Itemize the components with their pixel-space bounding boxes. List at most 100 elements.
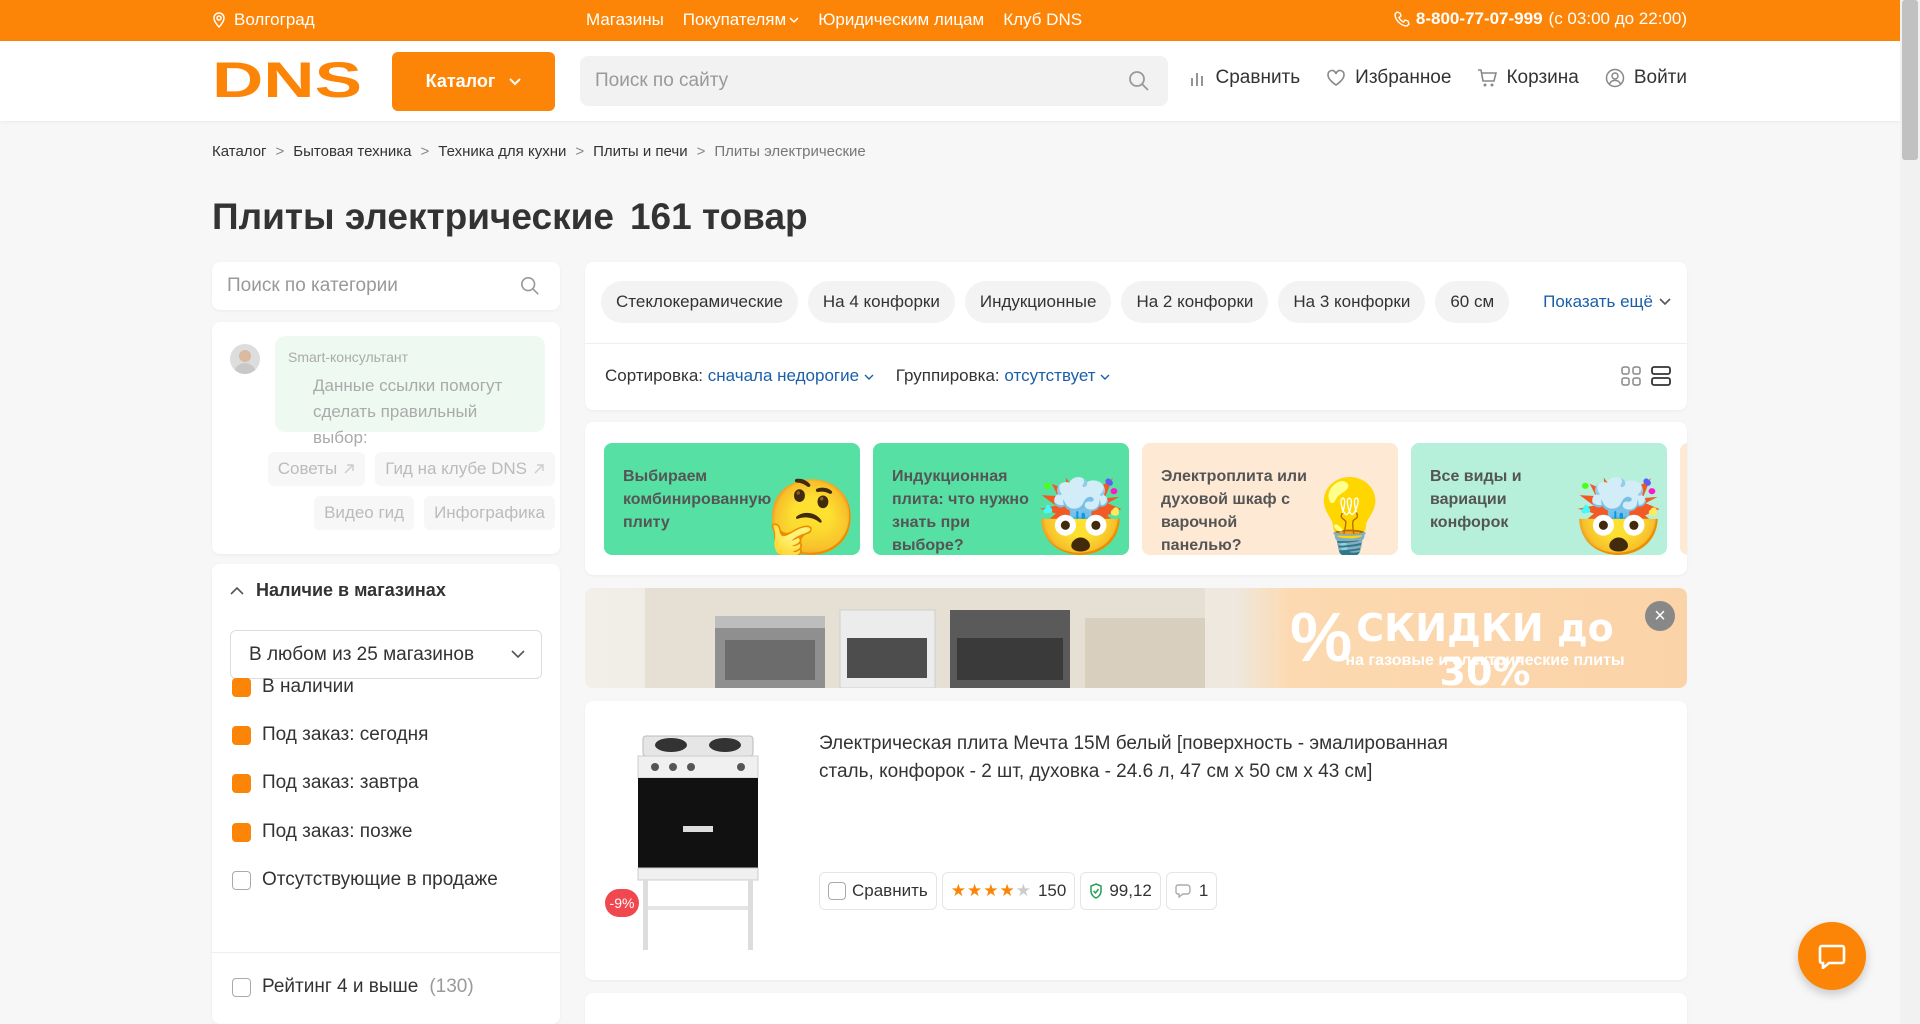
exploding-head-icon: 🤯 (1572, 476, 1665, 555)
availability-header[interactable]: Наличие в магазинах (230, 580, 446, 601)
checkbox[interactable] (232, 725, 251, 745)
guide-card[interactable]: Индукционная плита: что нужно знать при … (873, 443, 1129, 555)
group-label: Группировка: (895, 366, 1000, 385)
catalog-button[interactable]: Каталог (392, 52, 555, 111)
product-name[interactable]: Электрическая плита Мечта 15М белый [пов… (819, 730, 1469, 786)
filter-tag[interactable]: Индукционные (964, 281, 1112, 323)
cart-button[interactable]: Корзина (1477, 67, 1579, 89)
favorites-button[interactable]: Избранное (1326, 67, 1451, 89)
top-link-stores[interactable]: Магазины (586, 10, 664, 30)
checkbox-order-later[interactable]: Под заказ: позже (232, 821, 412, 843)
breadcrumb-item[interactable]: Каталог (212, 143, 267, 160)
breadcrumb: Каталог > Бытовая техника > Техника для ку… (212, 143, 866, 160)
list-view-icon[interactable] (1651, 366, 1671, 386)
checkbox-order-tomorrow[interactable]: Под заказ: завтра (232, 772, 419, 794)
checkbox[interactable] (232, 977, 251, 997)
checkbox-order-today[interactable]: Под заказ: сегодня (232, 724, 428, 746)
quick-filters: Стеклокерамические На 4 конфорки Индукци… (585, 262, 1687, 410)
login-label: Войти (1633, 67, 1687, 88)
top-links: Магазины Покупателям Юридическим лицам К… (586, 10, 1082, 30)
guide-card[interactable]: Электроплита или духовой шкаф с варочной… (1142, 443, 1398, 555)
scrollbar-thumb[interactable] (1902, 0, 1918, 160)
rating-button[interactable]: ★★★★★ 150 (941, 872, 1076, 910)
banner-close-button[interactable]: × (1645, 601, 1675, 631)
show-more-button[interactable]: Показать ещё (1543, 292, 1671, 312)
chat-bubble-icon (1818, 944, 1846, 969)
phone-hours: (с 03:00 до 22:00) (1548, 9, 1687, 28)
filter-tag[interactable]: На 4 конфорки (807, 281, 955, 323)
checkbox[interactable] (232, 773, 251, 793)
breadcrumb-item[interactable]: Бытовая техника (293, 143, 411, 160)
grid-view-icon[interactable] (1621, 366, 1641, 386)
chat-button[interactable] (1798, 922, 1866, 990)
phone-number[interactable]: 8-800-77-07-999 (1416, 9, 1543, 29)
checkbox-label: Под заказ: завтра (262, 772, 419, 793)
comments-button[interactable]: 1 (1165, 872, 1218, 910)
chip-tips[interactable]: Советы (267, 452, 366, 486)
chip-infographic[interactable]: Инфографика (424, 496, 555, 530)
sort-value[interactable]: сначала недорогие (708, 366, 859, 385)
checkbox[interactable] (232, 870, 251, 890)
filter-tag[interactable]: Стеклокерамические (601, 281, 798, 323)
guide-card-partial[interactable] (1680, 443, 1687, 555)
dns-logo[interactable]: DNS (212, 59, 362, 99)
filter-tag[interactable]: На 3 конфорки (1278, 281, 1426, 323)
search-icon[interactable] (1128, 70, 1150, 92)
compare-icon (1190, 73, 1203, 86)
site-search (580, 56, 1168, 106)
show-more-label: Показать ещё (1543, 292, 1653, 311)
chip-guide[interactable]: Гид на клубе DNS (375, 452, 555, 486)
page-title-text: Плиты электрические (212, 196, 614, 237)
compare-button[interactable]: Сравнить (1189, 67, 1300, 89)
guide-title: Индукционная плита: что нужно знать при … (892, 468, 1029, 554)
guide-card[interactable]: Выбираем комбинированную плиту 🤔 (604, 443, 860, 555)
top-link-customers-label: Покупателям (682, 10, 787, 29)
light-bulb-icon: 💡 (1303, 476, 1396, 555)
chevron-down-icon (864, 374, 874, 380)
breadcrumb-separator: > (420, 143, 430, 160)
product-image[interactable] (633, 731, 763, 956)
compare-checkbox[interactable]: Сравнить (819, 872, 937, 910)
filter-tag[interactable]: 60 см (1435, 281, 1510, 323)
breadcrumb-separator: > (575, 143, 585, 160)
breadcrumb-item[interactable]: Плиты и печи (593, 143, 687, 160)
checkbox-label: Под заказ: сегодня (262, 724, 429, 745)
chevron-down-icon (1659, 298, 1671, 306)
top-bar: Волгоград Магазины Покупателям Юридическ… (0, 0, 1900, 41)
chevron-down-icon (509, 77, 522, 85)
search-icon[interactable] (520, 276, 540, 296)
location-pin-icon (213, 12, 225, 28)
guide-card[interactable]: Все виды и вариации конфорок 🤯 (1411, 443, 1667, 555)
phone-block[interactable]: 8-800-77-07-999 (с 03:00 до 22:00) (1394, 9, 1687, 29)
promo-banner[interactable]: % СКИДКИ до 30% на газовые и электрическ… (585, 588, 1687, 688)
consultant-chips: Советы Гид на клубе DNS Видео гид Инфогр… (245, 452, 555, 530)
top-link-customers[interactable]: Покупателям (683, 10, 799, 30)
reliability-value: 99,12 (1109, 881, 1152, 900)
chip-video-guide[interactable]: Видео гид (314, 496, 415, 530)
breadcrumb-item[interactable]: Техника для кухни (438, 143, 566, 160)
group-value[interactable]: отсутствует (1004, 366, 1095, 385)
checkbox-out-of-stock[interactable]: Отсутствующие в продаже (232, 869, 498, 891)
phone-icon (1394, 11, 1410, 27)
top-link-business[interactable]: Юридическим лицам (818, 10, 984, 30)
search-input[interactable] (580, 56, 1168, 106)
category-search-input[interactable] (212, 262, 560, 310)
checkbox-in-stock[interactable]: В наличии (232, 676, 354, 698)
group-control[interactable]: Группировка: отсутствует (896, 366, 1111, 386)
login-button[interactable]: Войти (1605, 67, 1687, 89)
checkbox[interactable] (232, 677, 251, 697)
checkbox-label: Под заказ: позже (262, 821, 413, 842)
checkbox-rating[interactable]: Рейтинг 4 и выше (130) (232, 976, 474, 998)
reliability-badge[interactable]: 99,12 (1080, 872, 1161, 910)
checkbox[interactable] (828, 882, 846, 900)
divider (212, 952, 560, 953)
filter-tag[interactable]: На 2 конфорки (1121, 281, 1269, 323)
shield-check-icon (1090, 883, 1103, 899)
page-scrollbar[interactable] (1900, 0, 1920, 1024)
heart-icon (1327, 69, 1345, 86)
top-link-club[interactable]: Клуб DNS (1003, 10, 1082, 30)
store-select[interactable]: В любом из 25 магазинов (230, 630, 542, 679)
city-selector[interactable]: Волгоград (212, 10, 315, 30)
sort-control[interactable]: Сортировка: сначала недорогие (605, 366, 874, 386)
checkbox[interactable] (232, 822, 251, 842)
